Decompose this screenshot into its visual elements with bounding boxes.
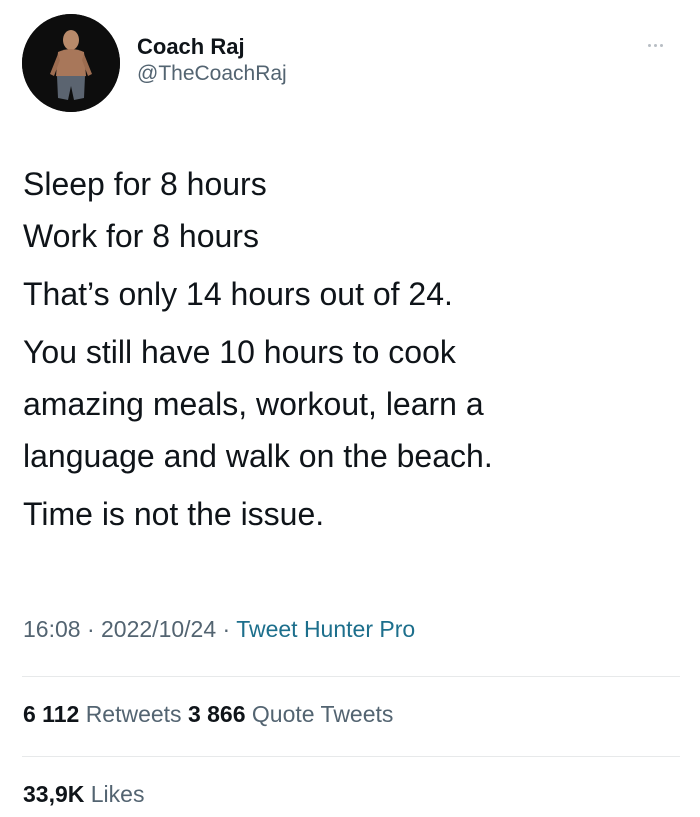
tweet-text-line: You still have 10 hours to cook — [23, 334, 456, 370]
display-name[interactable]: Coach Raj — [137, 33, 287, 61]
tweet-text-line: amazing meals, workout, learn a — [23, 386, 484, 422]
likes-label: Likes — [90, 781, 145, 807]
tweet-text-line: Work for 8 hours — [23, 218, 259, 254]
retweets-count: 6 112 — [23, 701, 80, 727]
tweet-source-link[interactable]: Tweet Hunter Pro — [236, 616, 415, 642]
quote-tweets-count: 3 866 — [187, 701, 246, 727]
meta-separator: · — [86, 616, 95, 642]
person-silhouette-icon — [22, 14, 120, 112]
tweet-text-line: Time is not the issue. — [23, 496, 325, 532]
retweets-stat[interactable]: 6 112 Retweets — [23, 701, 182, 727]
tweet-text-line: Sleep for 8 hours — [23, 166, 267, 202]
quote-tweets-label: Quote Tweets — [251, 701, 394, 727]
user-handle[interactable]: @TheCoachRaj — [137, 61, 287, 87]
tweet-date[interactable]: 2022/10/24 — [101, 616, 216, 642]
tweet-header: Coach Raj @TheCoachRaj — [22, 14, 678, 114]
tweet-text: Sleep for 8 hours Work for 8 hours That’s … — [23, 158, 673, 540]
author-info: Coach Raj @TheCoachRaj — [137, 33, 287, 87]
quote-tweets-stat[interactable]: 3 866 Quote Tweets — [188, 701, 393, 727]
likes-count: 33,9K — [23, 781, 85, 807]
meta-separator: · — [222, 616, 231, 642]
tweet-meta: 16:08 · 2022/10/24 · Tweet Hunter Pro — [23, 616, 415, 643]
tweet-time: 16:08 — [23, 616, 81, 642]
tweet-text-line: That’s only 14 hours out of 24. — [23, 276, 453, 312]
more-options-icon[interactable] — [648, 34, 676, 47]
avatar[interactable] — [22, 14, 120, 112]
retweets-label: Retweets — [85, 701, 182, 727]
divider — [22, 756, 680, 757]
tweet-text-line: language and walk on the beach. — [23, 438, 493, 474]
divider — [22, 676, 680, 677]
likes-stat[interactable]: 33,9K Likes — [23, 781, 144, 808]
tweet-stats: 6 112 Retweets 3 866 Quote Tweets — [23, 701, 393, 728]
